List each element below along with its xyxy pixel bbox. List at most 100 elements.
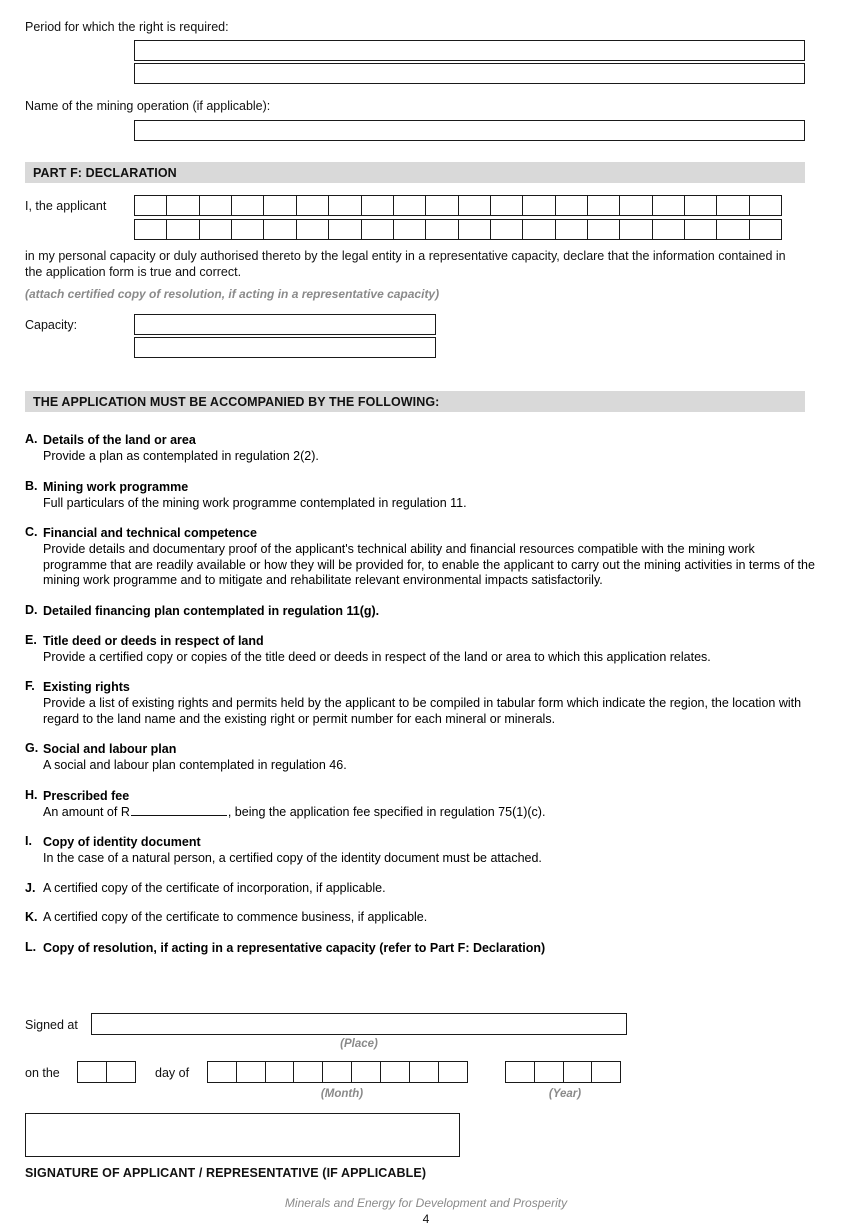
applicant-name-cell[interactable] — [263, 219, 297, 240]
year-cell[interactable] — [562, 1061, 593, 1083]
applicant-name-cell[interactable] — [231, 195, 265, 216]
applicant-name-cell[interactable] — [392, 219, 427, 240]
part-f-heading-bar: PART F: DECLARATION — [25, 162, 805, 183]
attachment-title: Title deed or deeds in respect of land — [43, 633, 264, 648]
applicant-name-cell[interactable] — [263, 195, 297, 216]
attachment-letter: I. — [25, 834, 32, 848]
applicant-name-cell[interactable] — [587, 219, 621, 240]
applicant-name-cell[interactable] — [748, 195, 783, 216]
capacity-line-2-field[interactable] — [134, 337, 436, 358]
attachment-item: J. A certified copy of the certificate of… — [25, 881, 815, 897]
attachment-letter: D. — [25, 602, 38, 617]
applicant-name-cell[interactable] — [198, 195, 233, 216]
year-caption: (Year) — [548, 1088, 582, 1100]
year-cell[interactable] — [591, 1061, 622, 1083]
year-cell[interactable] — [533, 1061, 564, 1083]
month-cell[interactable] — [235, 1061, 266, 1083]
month-cell[interactable] — [351, 1061, 382, 1083]
applicant-name-cell[interactable] — [134, 219, 168, 240]
month-cell[interactable] — [207, 1061, 237, 1083]
attachment-body: Copy of resolution, if acting in a repre… — [43, 940, 815, 956]
applicant-name-cell[interactable] — [684, 195, 718, 216]
applicant-name-cell[interactable] — [651, 195, 686, 216]
month-cell[interactable] — [322, 1061, 353, 1083]
applicant-name-row-2[interactable] — [134, 219, 805, 240]
applicant-name-cell[interactable] — [360, 195, 395, 216]
attachment-body: Detailed financing plan contemplated in … — [43, 603, 815, 619]
attachment-description: Provide a list of existing rights and pe… — [43, 696, 802, 726]
applicant-name-cell[interactable] — [554, 195, 589, 216]
month-cell[interactable] — [264, 1061, 295, 1083]
applicant-name-cell[interactable] — [134, 195, 168, 216]
applicant-name-cell[interactable] — [651, 219, 686, 240]
applicant-name-cell[interactable] — [425, 195, 459, 216]
attachment-description: Provide a certified copy or copies of th… — [43, 649, 711, 664]
attachment-description: Provide details and documentary proof of… — [43, 542, 815, 587]
attachment-item: F. Existing rights Provide a list of exist… — [25, 679, 815, 727]
signed-at-field[interactable] — [91, 1013, 627, 1035]
applicant-name-cell[interactable] — [360, 219, 395, 240]
applicant-name-cell[interactable] — [619, 195, 653, 216]
month-boxes[interactable] — [207, 1061, 477, 1083]
applicant-name-cell[interactable] — [295, 195, 330, 216]
attachment-description: Provide a plan as contemplated in regula… — [43, 449, 319, 463]
month-cell[interactable] — [437, 1061, 468, 1083]
applicant-name-cell[interactable] — [684, 219, 718, 240]
applicant-name-row-1[interactable] — [134, 195, 805, 216]
applicant-name-cell[interactable] — [554, 219, 589, 240]
part-f-heading-text: PART F: DECLARATION — [33, 165, 177, 180]
day-cell[interactable] — [105, 1061, 136, 1083]
applicant-name-cell[interactable] — [489, 219, 524, 240]
applicant-name-cell[interactable] — [166, 195, 200, 216]
day-cell[interactable] — [77, 1061, 107, 1083]
period-line-1-field[interactable] — [134, 40, 805, 61]
applicant-name-cell[interactable] — [231, 219, 265, 240]
attachment-item: H. Prescribed fee An amount of R , being th… — [25, 788, 815, 821]
month-cell[interactable] — [379, 1061, 410, 1083]
attachment-item: B. Mining work programme Full particulars … — [25, 479, 815, 512]
attachment-letter: C. — [25, 525, 38, 539]
fee-text-before: An amount of R — [43, 804, 130, 819]
attachment-body: Social and labour plan A social and labou… — [43, 741, 815, 774]
capacity-label: Capacity: — [25, 318, 78, 332]
year-boxes[interactable] — [505, 1061, 625, 1083]
attachment-description: Full particulars of the mining work prog… — [43, 495, 467, 510]
applicant-name-cell[interactable] — [716, 219, 751, 240]
applicant-name-cell[interactable] — [166, 219, 200, 240]
applicant-name-cell[interactable] — [198, 219, 233, 240]
applicant-name-cell[interactable] — [619, 219, 653, 240]
applicant-name-cell[interactable] — [489, 195, 524, 216]
applicant-name-cell[interactable] — [457, 195, 492, 216]
attachments-list: A. Details of the land or area Provide a p… — [25, 432, 815, 970]
attachment-item: G. Social and labour plan A social and lab… — [25, 741, 815, 774]
attachment-item: A. Details of the land or area Provide a p… — [25, 432, 815, 465]
applicant-name-cell[interactable] — [392, 195, 427, 216]
attachment-item: K. A certified copy of the certificate to… — [25, 910, 815, 926]
attachment-item: E. Title deed or deeds in respect of land… — [25, 633, 815, 666]
applicant-name-cell[interactable] — [457, 219, 492, 240]
attachment-letter: A. — [25, 432, 38, 446]
month-cell[interactable] — [408, 1061, 439, 1083]
capacity-line-1-field[interactable] — [134, 314, 436, 335]
applicant-name-cell[interactable] — [587, 195, 621, 216]
month-cell[interactable] — [293, 1061, 324, 1083]
day-boxes[interactable] — [77, 1061, 137, 1083]
year-cell[interactable] — [505, 1061, 535, 1083]
applicant-name-cell[interactable] — [748, 219, 783, 240]
fee-amount-blank[interactable] — [130, 805, 227, 816]
applicant-name-cell[interactable] — [295, 219, 330, 240]
period-line-2-field[interactable] — [134, 63, 805, 84]
applicant-name-cell[interactable] — [522, 195, 556, 216]
attachment-body: Mining work programme Full particulars of… — [43, 479, 815, 512]
applicant-name-cell[interactable] — [716, 195, 751, 216]
signature-field[interactable] — [25, 1113, 460, 1157]
applicant-name-cell[interactable] — [522, 219, 556, 240]
applicant-name-cell[interactable] — [328, 219, 362, 240]
applicant-name-cell[interactable] — [328, 195, 362, 216]
mining-operation-field[interactable] — [134, 120, 805, 141]
attachment-item: C. Financial and technical competence Prov… — [25, 525, 815, 589]
period-label: Period for which the right is required: — [25, 20, 229, 34]
declaration-paragraph: in my personal capacity or duly authoris… — [25, 249, 786, 279]
applicant-name-cell[interactable] — [425, 219, 459, 240]
attachment-description: In the case of a natural person, a certi… — [43, 851, 542, 865]
